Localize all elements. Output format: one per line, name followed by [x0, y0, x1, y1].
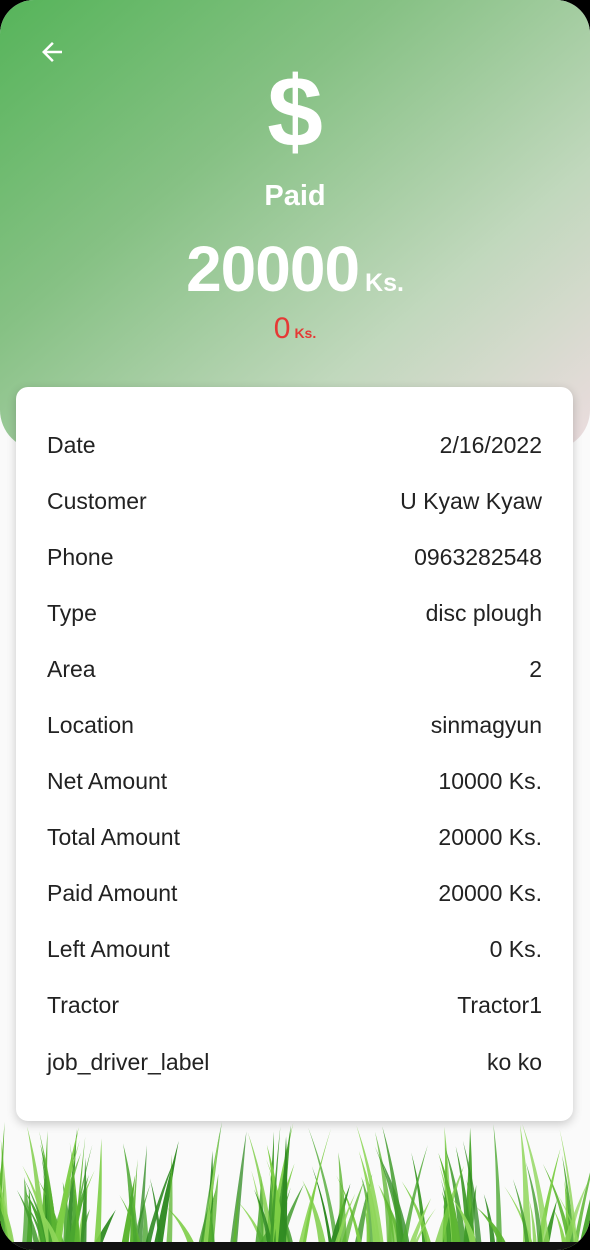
detail-row: Type disc plough — [47, 585, 542, 641]
detail-value: 20000 Ks. — [438, 880, 542, 907]
grass-blade — [152, 1141, 179, 1250]
detail-value: U Kyaw Kyaw — [400, 487, 542, 514]
detail-value: 2/16/2022 — [439, 431, 542, 458]
left-amount: 0 Ks. — [0, 312, 590, 346]
detail-label: Type — [47, 599, 97, 626]
detail-row: Tractor Tractor1 — [47, 978, 542, 1034]
details-list: Date 2/16/2022 Customer U Kyaw Kyaw Phone 096… — [47, 417, 542, 1090]
payment-header: $ Paid 20000 Ks. 0 Ks. — [0, 0, 590, 450]
detail-value: ko ko — [487, 1048, 542, 1075]
payment-status: Paid — [264, 180, 326, 212]
detail-label: Customer — [47, 487, 147, 514]
detail-row: Date 2/16/2022 — [47, 417, 542, 473]
detail-value: 2 — [529, 655, 542, 682]
detail-label: Paid Amount — [47, 880, 178, 907]
detail-row: Location sinmagyun — [47, 697, 542, 753]
left-amount-value: 0 — [273, 312, 291, 345]
detail-value: 10000 Ks. — [438, 768, 542, 795]
detail-label: Tractor — [47, 992, 119, 1019]
paid-amount: 20000 Ks. — [0, 232, 590, 306]
detail-label: Area — [47, 655, 96, 682]
detail-row: job_driver_label ko ko — [47, 1034, 542, 1090]
detail-row: Phone 0963282548 — [47, 529, 542, 585]
details-card: Date 2/16/2022 Customer U Kyaw Kyaw Phone 096… — [16, 387, 573, 1121]
detail-row: Customer U Kyaw Kyaw — [47, 473, 542, 529]
paid-amount-unit: Ks. — [365, 269, 404, 297]
bottom-edge — [0, 1242, 590, 1250]
detail-row: Left Amount 0 Ks. — [47, 922, 542, 978]
detail-row: Total Amount 20000 Ks. — [47, 810, 542, 866]
detail-value: 20000 Ks. — [438, 824, 542, 851]
left-amount-unit: Ks. — [294, 325, 317, 341]
detail-label: Phone — [47, 543, 114, 570]
grass-illustration — [0, 1121, 590, 1250]
detail-row: Area 2 — [47, 641, 542, 697]
paid-amount-value: 20000 — [186, 233, 360, 305]
detail-label: Date — [47, 431, 96, 458]
detail-value: 0 Ks. — [489, 936, 542, 963]
detail-value: disc plough — [425, 599, 542, 626]
detail-row: Paid Amount 20000 Ks. — [47, 866, 542, 922]
detail-label: Location — [47, 712, 134, 739]
detail-value: 0963282548 — [414, 543, 542, 570]
grass-blade — [93, 1138, 102, 1250]
grass-blade — [229, 1131, 247, 1250]
detail-label: Left Amount — [47, 936, 170, 963]
job-detail-screen: $ Paid 20000 Ks. 0 Ks. Date 2/16/2022 Custom… — [0, 0, 590, 1250]
detail-label: job_driver_label — [47, 1048, 210, 1075]
detail-row: Net Amount 10000 Ks. — [47, 754, 542, 810]
detail-value: Tractor1 — [457, 992, 542, 1019]
detail-label: Total Amount — [47, 824, 180, 851]
detail-label: Net Amount — [47, 768, 168, 795]
detail-value: sinmagyun — [430, 712, 542, 739]
dollar-icon: $ — [267, 56, 323, 168]
